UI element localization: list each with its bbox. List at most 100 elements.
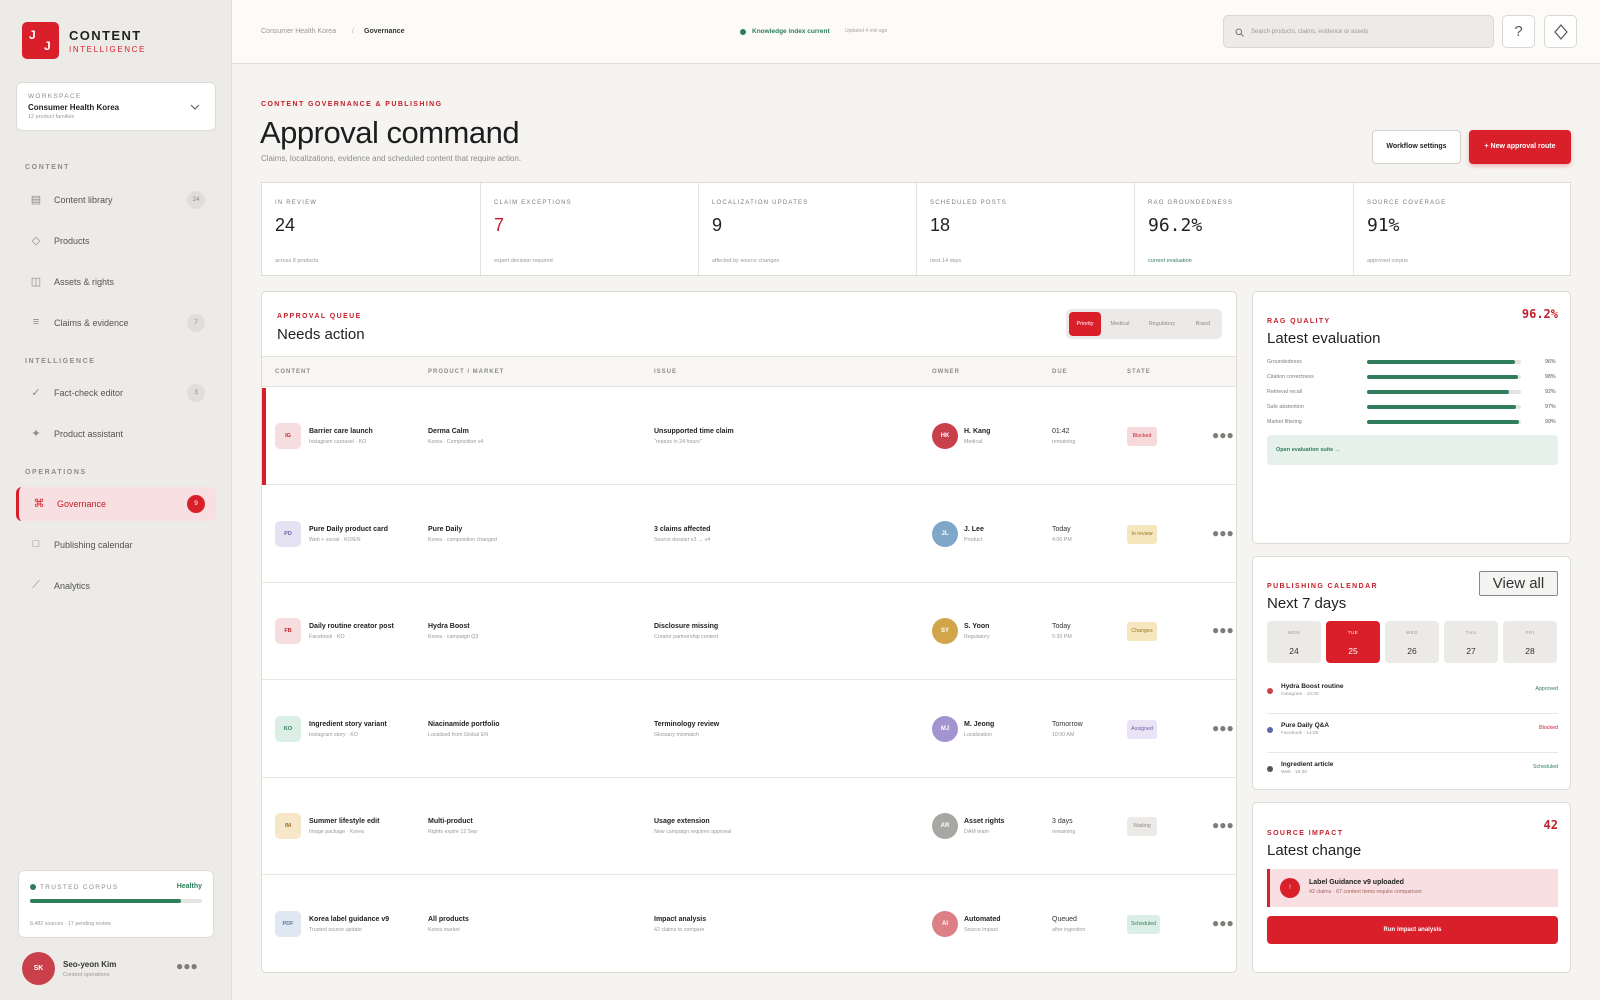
impact-alert[interactable]: ! Label Guidance v9 uploaded 42 claims ·… xyxy=(1267,869,1558,907)
calendar-day[interactable]: WED 26 xyxy=(1385,621,1439,663)
table-row[interactable]: IM Summer lifestyle edit Image package · K… xyxy=(262,778,1236,875)
settings-button[interactable] xyxy=(1544,15,1577,48)
calendar-event[interactable]: Ingredient article Web · 16:30 Scheduled xyxy=(1267,754,1558,789)
issue-sub: "repairs in 24 hours" xyxy=(654,439,702,445)
sidebar-item-content-library[interactable]: ▤ Content library 24 xyxy=(16,183,216,217)
day-date: 28 xyxy=(1525,646,1535,656)
row-more-icon[interactable]: ●●● xyxy=(1212,721,1234,735)
table-row[interactable]: KO Ingredient story variant Instagram stor… xyxy=(262,681,1236,778)
sidebar-item-product-assistant[interactable]: ✦ Product assistant xyxy=(16,417,216,451)
queue-eyebrow: APPROVAL QUEUE xyxy=(277,313,362,320)
calendar-day[interactable]: FRI 28 xyxy=(1503,621,1557,663)
sidebar-item-products[interactable]: ◇ Products xyxy=(16,224,216,258)
table-row[interactable]: PDF Korea label guidance v9 Trusted source… xyxy=(262,876,1236,972)
metric-bar-fill xyxy=(1367,420,1520,424)
due-sub: remaining xyxy=(1052,829,1076,835)
event-status: Blocked xyxy=(1539,725,1558,731)
kpi-localization-updates[interactable]: LOCALIZATION UPDATES 9 affected by sourc… xyxy=(699,183,917,275)
workspace-selector[interactable]: WORKSPACE Consumer Health Korea 12 produ… xyxy=(16,82,216,131)
new-approval-route-button[interactable]: + New approval route xyxy=(1469,130,1571,164)
kpi-claim-exceptions[interactable]: CLAIM EXCEPTIONS 7 expert decision requi… xyxy=(481,183,699,275)
due-sub: 10:00 AM xyxy=(1052,731,1075,738)
kpi-value: 7 xyxy=(494,215,505,235)
row-selected-indicator xyxy=(262,388,266,485)
tab-priority[interactable]: Priority xyxy=(1069,312,1101,336)
kpi-sub: affected by source changes xyxy=(712,258,780,264)
row-more-icon[interactable]: ●●● xyxy=(1212,818,1234,832)
row-more-icon[interactable]: ●●● xyxy=(1212,428,1234,442)
metric-bar xyxy=(1367,390,1521,394)
search-input[interactable]: Search products, claims, evidence or ass… xyxy=(1223,15,1494,48)
avatar[interactable]: SK xyxy=(22,952,55,985)
impact-alert-sub: 42 claims · 67 content items require com… xyxy=(1309,889,1422,895)
product-sub: Korea market xyxy=(428,926,460,933)
help-button[interactable]: ? xyxy=(1502,15,1535,48)
kpi-sub: across 8 products xyxy=(275,258,319,264)
trusted-corpus-card[interactable]: TRUSTED CORPUS Healthy 8,482 sources · 1… xyxy=(18,870,214,938)
kpi-rag-groundedness[interactable]: RAG GROUNDEDNESS 96.2% current evaluatio… xyxy=(1135,183,1354,275)
event-sub: Facebook · 14:00 xyxy=(1281,731,1319,736)
kpi-scheduled-posts[interactable]: SCHEDULED POSTS 18 next 14 days xyxy=(917,183,1135,275)
product-name: Derma Calm xyxy=(428,428,469,435)
event-status: Scheduled xyxy=(1532,764,1558,770)
owner-role: Localization xyxy=(964,731,992,738)
workspace-sub: 12 product families xyxy=(28,114,75,120)
sidebar-item-analytics[interactable]: ⟋ Analytics xyxy=(16,569,216,603)
calendar-day[interactable]: TUE 25 xyxy=(1326,621,1380,663)
column-header: OWNER xyxy=(932,369,960,375)
metric-percent: 99% xyxy=(1545,419,1556,425)
open-evaluation-link[interactable]: Open evaluation suite → xyxy=(1267,435,1558,465)
content-title: Summer lifestyle edit xyxy=(309,818,380,825)
row-more-icon[interactable]: ●●● xyxy=(1212,623,1234,637)
sidebar-item-claims-evidence[interactable]: ≡ Claims & evidence 7 xyxy=(16,306,216,340)
content-title: Daily routine creator post xyxy=(309,623,394,630)
page-subtitle: Claims, localizations, evidence and sche… xyxy=(261,154,522,163)
calendar-day[interactable]: THU 27 xyxy=(1444,621,1498,663)
table-row[interactable]: PD Pure Daily product card Web + social · … xyxy=(262,486,1236,583)
product-name: Niacinamide portfolio xyxy=(428,720,500,728)
search-icon xyxy=(1235,28,1244,37)
metric-label: Groundedness xyxy=(1267,359,1302,365)
product-name: Hydra Boost xyxy=(428,623,470,630)
day-name: TUE xyxy=(1347,630,1359,635)
metric-bar xyxy=(1367,420,1521,424)
workflow-settings-button[interactable]: Workflow settings xyxy=(1372,130,1461,164)
page-title: Approval command xyxy=(260,115,520,150)
sidebar-item-label: Product assistant xyxy=(54,429,124,439)
breadcrumb-item-current: Governance xyxy=(364,28,405,35)
claims-icon: ≡ xyxy=(32,316,40,328)
view-all-button[interactable]: View all xyxy=(1479,571,1558,596)
tab-medical[interactable]: Medical xyxy=(1103,312,1137,336)
table-row[interactable]: IG Barrier care launch Instagram carousel … xyxy=(262,388,1236,485)
calendar-event[interactable]: Hydra Boost routine Instagram · 10:00 Appr… xyxy=(1267,676,1558,714)
sidebar-item-assets-rights[interactable]: ◫ Assets & rights xyxy=(16,265,216,299)
product-sub: Korea · campaign Q3 xyxy=(428,634,479,640)
breadcrumb-item-workspace[interactable]: Consumer Health Korea xyxy=(261,28,336,35)
corpus-progress-bar xyxy=(30,899,202,903)
sidebar-item-governance[interactable]: ⌘ Governance 9 xyxy=(16,487,216,521)
row-more-icon[interactable]: ●●● xyxy=(1212,526,1234,540)
metric-percent: 92% xyxy=(1545,389,1556,395)
calendar-event[interactable]: Pure Daily Q&A Facebook · 14:00 Blocked xyxy=(1267,715,1558,753)
calendar-day[interactable]: MON 24 xyxy=(1267,621,1321,663)
brand-logo[interactable]: J J xyxy=(22,22,59,59)
due-sub: 4:00 PM xyxy=(1052,536,1072,543)
tab-brand[interactable]: Brand xyxy=(1187,312,1219,336)
kpi-in-review[interactable]: IN REVIEW 24 across 8 products xyxy=(262,183,481,275)
run-impact-analysis-button[interactable]: Run impact analysis xyxy=(1267,916,1558,944)
row-more-icon[interactable]: ●●● xyxy=(1212,916,1234,930)
index-updated: Updated 4 min ago xyxy=(845,28,888,34)
issue-title: Unsupported time claim xyxy=(654,428,734,435)
more-icon[interactable]: ●●● xyxy=(176,959,198,973)
kpi-value: 96.2% xyxy=(1148,215,1203,236)
table-row[interactable]: FB Daily routine creator post Facebook · K… xyxy=(262,583,1236,680)
user-role: Content operations xyxy=(63,972,110,978)
sidebar-item-fact-check-editor[interactable]: ✓ Fact-check editor 3 xyxy=(16,376,216,410)
metric-label: Retrieval recall xyxy=(1267,389,1303,395)
issue-sub: New campaign requires approval xyxy=(654,829,732,835)
rag-title: Latest evaluation xyxy=(1267,330,1381,347)
tab-regulatory[interactable]: Regulatory xyxy=(1139,312,1185,336)
column-header: DUE xyxy=(1052,369,1068,375)
sidebar-item-publishing-calendar[interactable]: □ Publishing calendar xyxy=(16,528,216,562)
kpi-source-coverage[interactable]: SOURCE COVERAGE 91% approved corpus xyxy=(1354,183,1570,275)
